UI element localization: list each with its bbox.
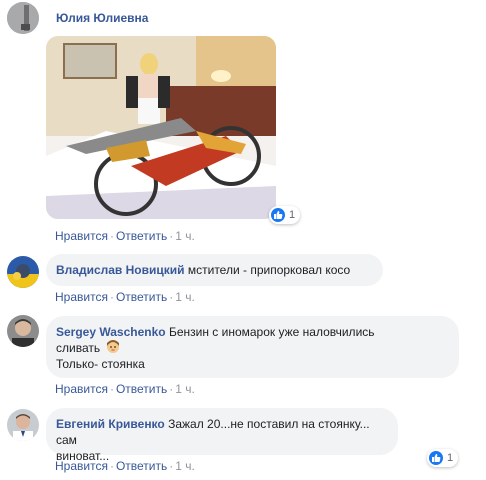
avatar[interactable]: [7, 256, 39, 288]
comment-line: сливать: [56, 340, 449, 356]
like-link[interactable]: Нравится: [55, 382, 108, 396]
like-link[interactable]: Нравится: [55, 459, 108, 473]
comment-line: Евгений Кривенко Зажал 20...не поставил …: [56, 416, 388, 448]
comment-text: Бензин с иномарок уже наловчились: [168, 325, 375, 339]
reply-link[interactable]: Ответить: [116, 459, 167, 473]
reply-link[interactable]: Ответить: [116, 290, 167, 304]
reaction-count[interactable]: 1: [427, 449, 459, 467]
like-icon: [271, 208, 285, 222]
comment-author[interactable]: Евгений Кривенко: [56, 417, 165, 431]
comment-actions: Нравится · Ответить · 1 ч.: [55, 382, 195, 396]
comment-author[interactable]: Sergey Waschenko: [56, 325, 166, 339]
like-link[interactable]: Нравится: [55, 290, 108, 304]
separator: ·: [109, 229, 114, 243]
avatar[interactable]: [7, 2, 39, 34]
comment-author[interactable]: Юлия Юлиевна: [56, 11, 148, 25]
comment-bubble: Евгений Кривенко Зажал 20...не поставил …: [46, 408, 398, 463]
comment-actions: Нравится · Ответить · 1 ч.: [55, 229, 195, 243]
comment-actions: Нравится · Ответить · 1 ч.: [55, 459, 195, 473]
reply-link[interactable]: Ответить: [116, 382, 167, 396]
like-icon: [429, 451, 443, 465]
avatar[interactable]: [7, 409, 39, 441]
comment-photo[interactable]: [46, 36, 276, 219]
comment-text: сливать: [56, 341, 101, 355]
separator: ·: [109, 382, 114, 396]
reaction-count[interactable]: 1: [269, 206, 301, 224]
like-link[interactable]: Нравится: [55, 229, 108, 243]
comment-author[interactable]: Владислав Новицкий: [56, 263, 185, 277]
timestamp[interactable]: 1 ч.: [175, 290, 195, 304]
reply-link[interactable]: Ответить: [116, 229, 167, 243]
separator: ·: [109, 459, 114, 473]
reaction-number: 1: [447, 452, 454, 464]
thinking-emoji-icon: [106, 340, 120, 354]
comment-line: Sergey Waschenko Бензин с иномарок уже н…: [56, 324, 449, 340]
avatar[interactable]: [7, 315, 39, 347]
reaction-number: 1: [289, 209, 296, 221]
comment-bubble: Владислав Новицкий мстители - припоркова…: [46, 254, 383, 286]
timestamp[interactable]: 1 ч.: [175, 459, 195, 473]
comment-text: мстители - припорковал косо: [187, 263, 351, 277]
timestamp[interactable]: 1 ч.: [175, 229, 195, 243]
comment-bubble: Sergey Waschenko Бензин с иномарок уже н…: [46, 316, 459, 378]
comment-actions: Нравится · Ответить · 1 ч.: [55, 290, 195, 304]
comment-text: Только- стоянка: [56, 357, 145, 371]
timestamp[interactable]: 1 ч.: [175, 382, 195, 396]
separator: ·: [109, 290, 114, 304]
